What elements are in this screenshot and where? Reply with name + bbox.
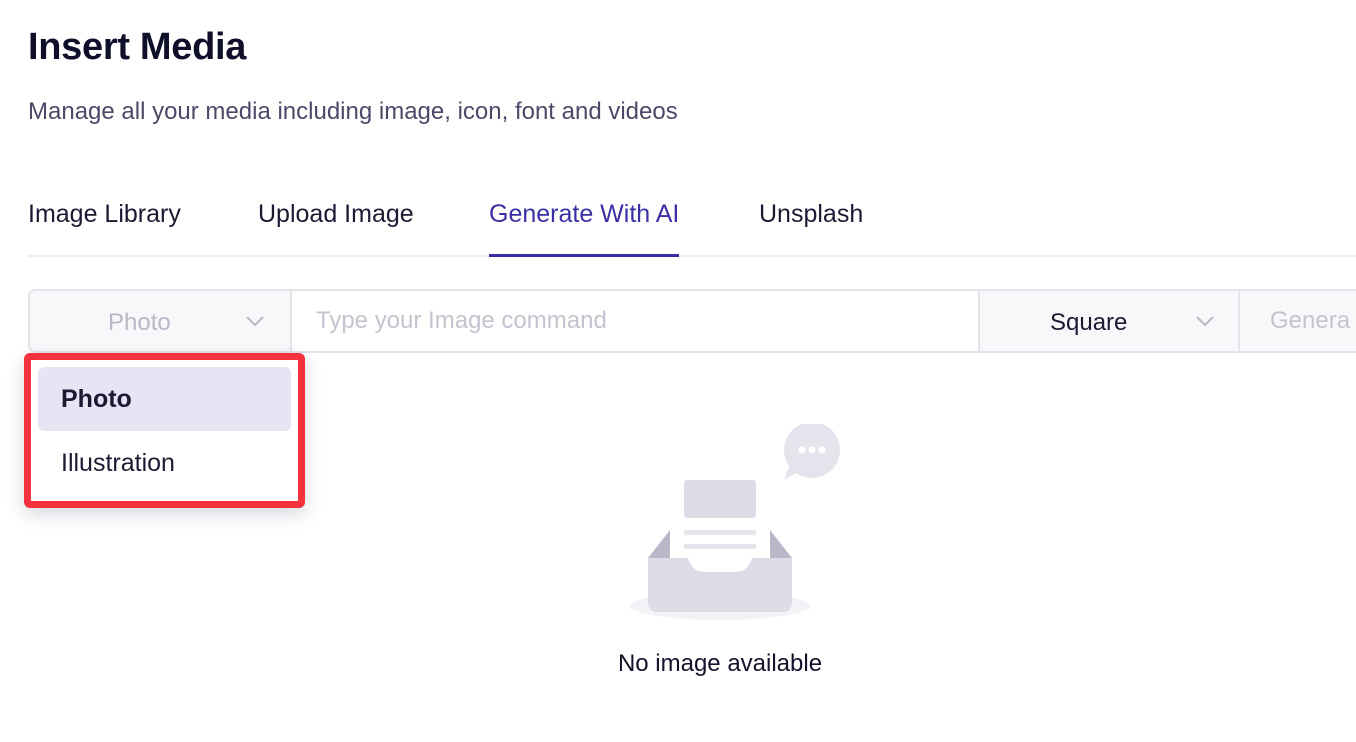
image-type-dropdown: Photo Illustration xyxy=(38,367,291,495)
empty-state-message: No image available xyxy=(617,650,823,677)
dropdown-option-photo[interactable]: Photo xyxy=(38,367,291,431)
aspect-ratio-value: Square xyxy=(1050,309,1128,336)
media-tabs: Image Library Upload Image Generate With… xyxy=(28,186,1356,257)
empty-inbox-icon xyxy=(630,424,840,620)
image-type-select[interactable]: Photo xyxy=(30,291,292,351)
chevron-down-icon xyxy=(246,316,264,327)
aspect-ratio-select[interactable]: Square xyxy=(978,291,1240,351)
tab-upload-image[interactable]: Upload Image xyxy=(258,200,414,257)
page-subtitle: Manage all your media including image, i… xyxy=(28,98,678,125)
page-title: Insert Media xyxy=(28,26,247,68)
generate-button[interactable]: Genera xyxy=(1240,291,1356,351)
tab-unsplash[interactable]: Unsplash xyxy=(759,200,863,257)
chevron-down-icon xyxy=(1196,316,1214,327)
tab-image-library[interactable]: Image Library xyxy=(28,200,181,257)
tab-generate-with-ai[interactable]: Generate With AI xyxy=(489,200,680,257)
dropdown-option-illustration[interactable]: Illustration xyxy=(38,431,291,495)
ai-generate-toolbar: Photo Square Genera xyxy=(28,289,1356,353)
image-type-dropdown-highlight: Photo Illustration xyxy=(24,353,305,508)
image-command-input[interactable] xyxy=(292,291,978,351)
image-type-value: Photo xyxy=(108,309,171,336)
